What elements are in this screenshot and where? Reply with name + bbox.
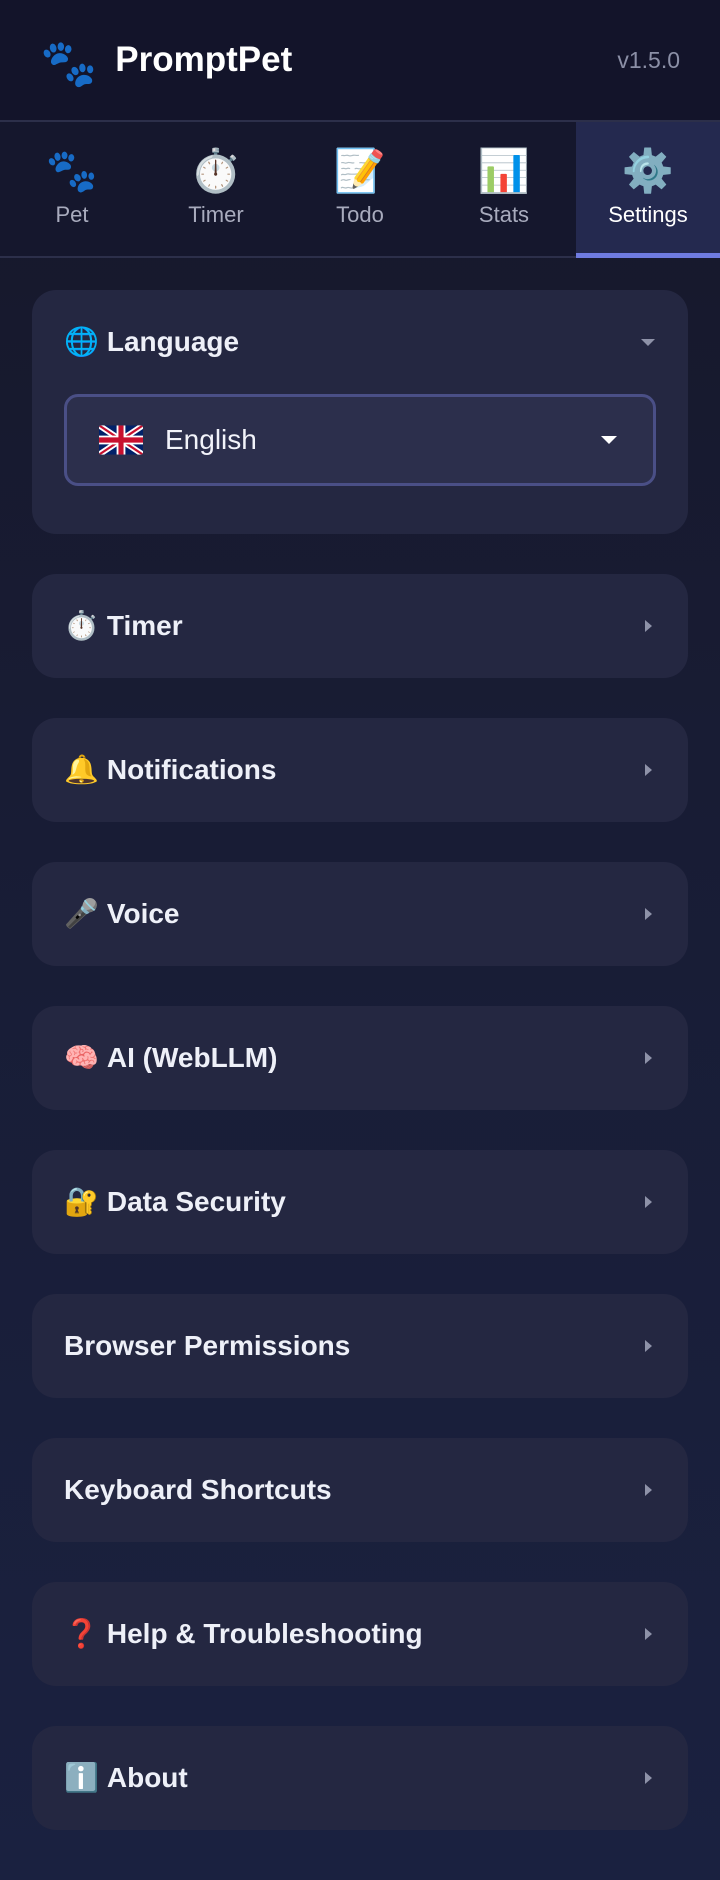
- language-selected-value: English: [165, 424, 257, 455]
- notifications-section: 🔔 Notifications: [32, 718, 688, 822]
- settings-panel: 🌐 Language English ⏱️ Timer 🔔 Notificati…: [0, 258, 720, 1830]
- language-select[interactable]: English: [64, 394, 656, 486]
- brain-icon: 🧠: [64, 1042, 99, 1073]
- stopwatch-icon: ⏱️: [64, 610, 99, 641]
- memo-icon: 📝: [333, 147, 387, 194]
- voice-section: 🎤 Voice: [32, 862, 688, 966]
- tab-label: Todo: [336, 202, 384, 227]
- keyboard-shortcuts-section-header[interactable]: Keyboard Shortcuts: [32, 1438, 688, 1542]
- app-header: 🐾 PromptPet v1.5.0: [0, 0, 720, 122]
- section-title: Notifications: [106, 754, 277, 785]
- version-label: v1.5.0: [617, 46, 680, 73]
- tab-label: Stats: [478, 202, 530, 227]
- chevron-right-icon: [640, 1770, 656, 1786]
- question-mark-icon: ❓: [64, 1618, 99, 1649]
- help-section: ❓ Help & Troubleshooting: [32, 1582, 688, 1686]
- tab-label: Timer: [188, 202, 244, 227]
- bar-chart-icon: 📊: [477, 147, 531, 194]
- about-section-header[interactable]: ℹ️ About: [32, 1726, 688, 1830]
- language-section: 🌐 Language English: [32, 290, 688, 534]
- tab-label: Pet: [55, 202, 89, 227]
- chevron-right-icon: [640, 618, 656, 634]
- data-security-section-header[interactable]: 🔐 Data Security: [32, 1150, 688, 1254]
- ai-section-header[interactable]: 🧠 AI (WebLLM): [32, 1006, 688, 1110]
- section-title: About: [106, 1762, 188, 1793]
- chevron-right-icon: [640, 906, 656, 922]
- section-title: Help & Troubleshooting: [106, 1618, 423, 1649]
- globe-icon: 🌐: [64, 326, 99, 357]
- ai-section: 🧠 AI (WebLLM): [32, 1006, 688, 1110]
- browser-permissions-section: Browser Permissions: [32, 1294, 688, 1398]
- app-title: PromptPet: [115, 40, 293, 79]
- paw-logo-icon: 🐾: [40, 37, 98, 89]
- timer-section: ⏱️ Timer: [32, 574, 688, 678]
- tab-pet[interactable]: 🐾 Pet: [0, 122, 144, 256]
- microphone-icon: 🎤: [64, 898, 99, 929]
- section-title: Voice: [106, 898, 180, 929]
- caret-down-icon: [601, 436, 617, 444]
- tab-settings[interactable]: ⚙️ Settings: [576, 122, 720, 258]
- chevron-right-icon: [640, 1482, 656, 1498]
- timer-section-header[interactable]: ⏱️ Timer: [32, 574, 688, 678]
- chevron-down-icon: [640, 334, 656, 350]
- keyboard-shortcuts-section: Keyboard Shortcuts: [32, 1438, 688, 1542]
- section-title: Language: [106, 326, 240, 357]
- chevron-right-icon: [640, 1194, 656, 1210]
- section-title: AI (WebLLM): [106, 1042, 278, 1073]
- tab-todo[interactable]: 📝 Todo: [288, 122, 432, 256]
- info-icon: ℹ️: [64, 1762, 99, 1793]
- gear-icon: ⚙️: [621, 147, 675, 194]
- notifications-section-header[interactable]: 🔔 Notifications: [32, 718, 688, 822]
- tab-bar: 🐾 Pet ⏱️ Timer 📝 Todo 📊 Stats ⚙️ Setting…: [0, 122, 720, 258]
- bell-icon: 🔔: [64, 754, 99, 785]
- language-section-header[interactable]: 🌐 Language: [32, 290, 688, 394]
- section-title: Data Security: [106, 1186, 286, 1217]
- tab-stats[interactable]: 📊 Stats: [432, 122, 576, 256]
- browser-permissions-section-header[interactable]: Browser Permissions: [32, 1294, 688, 1398]
- tab-label: Settings: [608, 202, 688, 227]
- paw-icon: 🐾: [45, 147, 99, 194]
- chevron-right-icon: [640, 1050, 656, 1066]
- chevron-right-icon: [640, 1338, 656, 1354]
- about-section: ℹ️ About: [32, 1726, 688, 1830]
- stopwatch-icon: ⏱️: [189, 147, 243, 194]
- section-title: Keyboard Shortcuts: [64, 1474, 332, 1505]
- lock-with-key-icon: 🔐: [64, 1186, 99, 1217]
- help-section-header[interactable]: ❓ Help & Troubleshooting: [32, 1582, 688, 1686]
- data-security-section: 🔐 Data Security: [32, 1150, 688, 1254]
- voice-section-header[interactable]: 🎤 Voice: [32, 862, 688, 966]
- chevron-right-icon: [640, 1626, 656, 1642]
- chevron-right-icon: [640, 762, 656, 778]
- uk-flag-icon: [99, 425, 143, 455]
- section-title: Browser Permissions: [64, 1330, 351, 1361]
- section-title: Timer: [106, 610, 183, 641]
- tab-timer[interactable]: ⏱️ Timer: [144, 122, 288, 256]
